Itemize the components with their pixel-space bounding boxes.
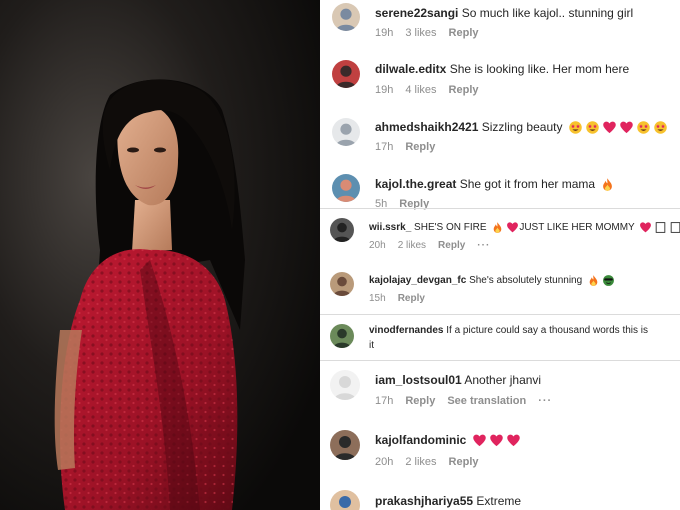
comment-meta: 17h Reply See translation ··· <box>375 395 564 407</box>
divider <box>320 208 680 209</box>
avatar[interactable] <box>332 118 360 146</box>
avatar[interactable] <box>330 324 354 348</box>
red-heart-icon <box>472 434 486 447</box>
comment-username[interactable]: serene22sangi <box>375 6 458 20</box>
comment-text: Sizzling beauty <box>481 120 563 134</box>
fire-icon <box>494 222 502 233</box>
avatar[interactable] <box>330 370 360 400</box>
comment-text: She's absolutely stunning <box>469 275 583 287</box>
comment-username[interactable]: kajolfandominic <box>375 433 466 447</box>
red-heart-icon <box>489 434 503 447</box>
likes-count[interactable]: 4 likes <box>405 84 436 96</box>
comment-text-line: ahmedshaikh2421 Sizzling beauty <box>375 120 668 135</box>
comment-time: 17h <box>375 395 394 407</box>
comment-text: Extreme <box>476 494 522 508</box>
reply-button[interactable]: Reply <box>398 293 425 304</box>
comment-username[interactable]: kajolajay_devgan_fc <box>369 275 466 286</box>
reply-button[interactable]: Reply <box>449 456 479 468</box>
comment-meta: 20h 2 likes Reply ··· <box>369 240 502 251</box>
red-heart-icon <box>506 434 520 447</box>
comment-text-line: dilwale.editx She is looking like. Her m… <box>375 62 629 76</box>
box-icon <box>656 222 666 233</box>
comment-text-line: prakashjhariya55 Extreme <box>375 494 521 508</box>
comment-username[interactable]: dilwale.editx <box>375 62 446 76</box>
comment-username[interactable]: iam_lostsoul01 <box>375 373 462 387</box>
avatar[interactable] <box>332 3 360 31</box>
reply-button[interactable]: Reply <box>438 240 465 251</box>
avatar[interactable] <box>332 174 360 202</box>
reply-button[interactable]: Reply <box>449 84 479 96</box>
comment-text-line: serene22sangi So much like kajol.. stunn… <box>375 6 633 20</box>
comment-username[interactable]: prakashjhariya55 <box>375 494 473 508</box>
reply-button[interactable]: Reply <box>405 395 435 407</box>
more-options-icon[interactable]: ··· <box>538 395 552 407</box>
likes-count[interactable]: 2 likes <box>405 456 436 468</box>
comment-time: 19h <box>375 84 394 96</box>
red-heart-icon <box>603 121 616 134</box>
comment-text: So much like kajol.. stunning girl <box>461 6 634 20</box>
post-photo <box>0 0 320 510</box>
comment-meta: 19h 4 likes Reply <box>375 84 491 96</box>
comment-time: 15h <box>369 293 386 304</box>
more-options-icon[interactable]: ··· <box>477 240 490 251</box>
comment-text-line: wii.ssrk_ SHE'S ON FIRE JUST LIKE HER MO… <box>369 221 680 234</box>
divider <box>320 360 680 361</box>
comment-meta: 15h Reply <box>369 293 437 304</box>
star-struck-icon <box>586 121 599 135</box>
red-heart-icon <box>507 222 519 233</box>
likes-count[interactable]: 3 likes <box>405 27 436 39</box>
comment-text-continuation: it <box>369 340 374 351</box>
comment-text: SHE'S ON FIRE <box>414 222 487 234</box>
avatar[interactable] <box>330 430 360 460</box>
comment-username[interactable]: wii.ssrk_ <box>369 222 411 233</box>
red-heart-icon <box>620 121 633 134</box>
comment-meta: 19h 3 likes Reply <box>375 27 491 39</box>
comment-text-line: kajol.the.great She got it from her mama <box>375 177 615 192</box>
comment-text-line: iam_lostsoul01 Another jhanvi <box>375 373 541 387</box>
comment-text: Another jhanvi <box>464 373 542 387</box>
likes-count[interactable]: 2 likes <box>398 240 426 251</box>
comment-text: If a picture could say a thousand words … <box>446 325 649 336</box>
avatar[interactable] <box>330 218 354 242</box>
comment-time: 19h <box>375 27 394 39</box>
comment-text-line: kajolfandominic <box>375 433 521 448</box>
red-heart-icon <box>640 222 652 233</box>
comment-text-line: kajolajay_devgan_fc She's absolutely stu… <box>369 274 615 287</box>
comment-time: 20h <box>375 456 394 468</box>
avatar[interactable] <box>330 490 360 510</box>
comment-meta: 17h Reply <box>375 141 447 153</box>
smiling-face-with-sunglasses-icon <box>603 275 614 286</box>
comment-meta: 20h 2 likes Reply <box>375 456 491 468</box>
reply-button[interactable]: Reply <box>405 141 435 153</box>
comment-time: 20h <box>369 240 386 251</box>
reply-button[interactable]: Reply <box>449 27 479 39</box>
comment-time: 17h <box>375 141 394 153</box>
comment-text-2: JUST LIKE HER MOMMY <box>519 222 635 234</box>
comment-username[interactable]: vinodfernandes <box>369 325 443 336</box>
box-icon <box>671 222 680 233</box>
comment-text-line: vinodfernandes If a picture could say a … <box>369 325 648 336</box>
fire-icon <box>589 275 598 286</box>
comment-text: She got it from her mama <box>459 177 596 191</box>
comment-username[interactable]: kajol.the.great <box>375 177 456 191</box>
comment-username[interactable]: ahmedshaikh2421 <box>375 120 478 134</box>
avatar[interactable] <box>330 272 354 296</box>
fire-icon <box>603 178 613 192</box>
star-struck-icon <box>569 121 582 135</box>
divider <box>320 314 680 315</box>
star-struck-icon <box>654 121 667 135</box>
avatar[interactable] <box>332 60 360 88</box>
see-translation-button[interactable]: See translation <box>447 395 526 407</box>
comments-panel: serene22sangi So much like kajol.. stunn… <box>320 0 680 510</box>
comment-text: She is looking like. Her mom here <box>449 62 630 76</box>
star-struck-icon <box>637 121 650 135</box>
